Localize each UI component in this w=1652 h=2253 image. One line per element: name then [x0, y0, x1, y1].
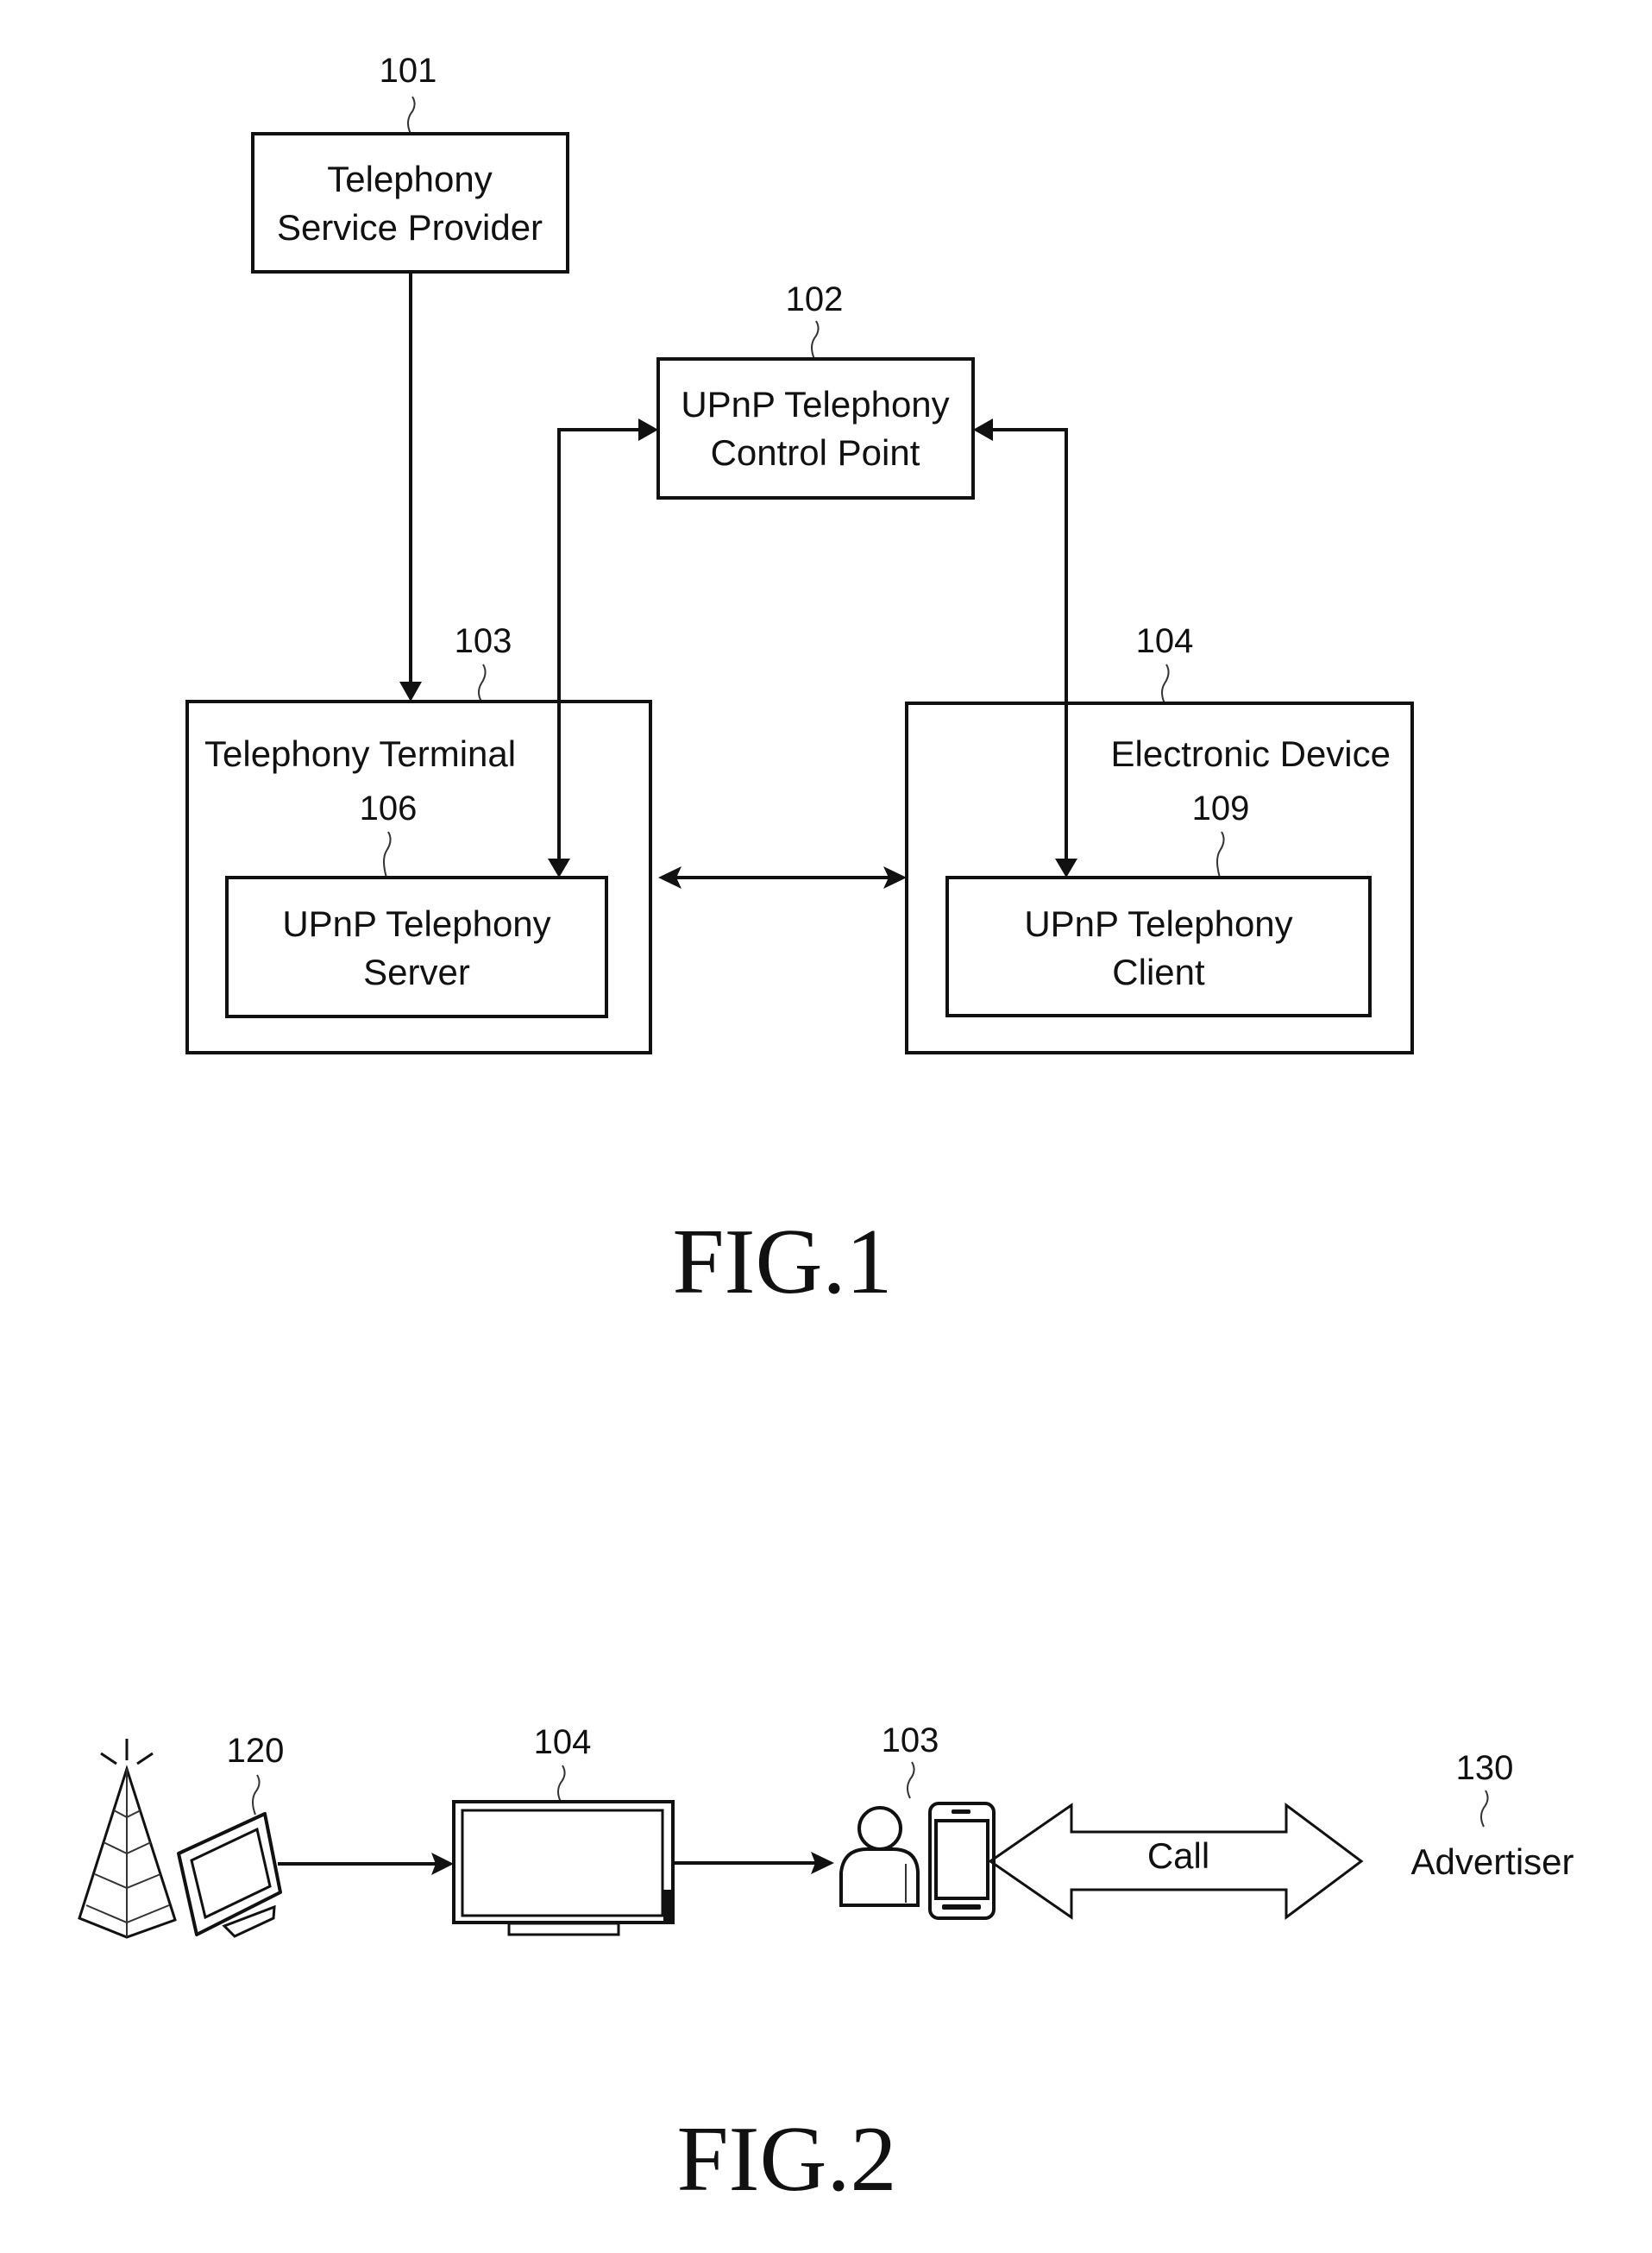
user-icon: [839, 1806, 920, 1907]
box-103-title: Telephony Terminal: [204, 733, 516, 774]
fig1-caption: FIG.1: [672, 1211, 892, 1313]
ref-label-101: 101: [380, 52, 437, 90]
monitor-icon: [177, 1812, 282, 1938]
call-arrow: Call: [988, 1803, 1364, 1920]
leader-102: [811, 320, 820, 360]
advertiser-label: Advertiser: [1410, 1841, 1573, 1882]
leader-130: [1480, 1790, 1489, 1828]
smartphone-icon: [928, 1802, 996, 1920]
tv-icon: [452, 1800, 675, 1936]
arrowhead-into-102-right: [973, 419, 993, 441]
ref-label-106: 106: [360, 790, 418, 828]
node-control-point: 102 UPnP Telephony Control Point: [656, 280, 975, 500]
box-101: [251, 132, 569, 274]
ref-label-103-fig2: 103: [882, 1721, 939, 1759]
fig2-caption: FIG.2: [676, 2108, 896, 2211]
ref-label-103: 103: [455, 622, 512, 660]
box-102-line2: Control Point: [711, 432, 920, 473]
arrowhead-into-102-left: [638, 419, 658, 441]
ref-label-104: 104: [1136, 622, 1194, 660]
leader-120: [252, 1774, 261, 1816]
arrowhead-101-103: [399, 682, 422, 702]
box-106-line1: UPnP Telephony: [282, 903, 550, 944]
ref-label-130: 130: [1456, 1749, 1514, 1787]
box-102-line1: UPnP Telephony: [681, 384, 949, 425]
box-109-line1: UPnP Telephony: [1024, 903, 1292, 944]
box-109-line2: Client: [1112, 952, 1205, 992]
box-106: [225, 876, 608, 1018]
ref-label-109: 109: [1192, 790, 1250, 828]
fig1: 101 Telephony Service Provider 102 UPnP …: [185, 52, 1414, 1313]
leader-101: [407, 96, 416, 135]
ref-label-102: 102: [786, 280, 844, 318]
box-104-title: Electronic Device: [1111, 733, 1391, 774]
box-102: [656, 357, 975, 500]
leader-103-fig2: [907, 1761, 915, 1799]
box-106-line2: Server: [363, 952, 470, 992]
leader-103: [478, 664, 487, 702]
box-101-line1: Telephony: [327, 159, 492, 199]
leader-104-fig2: [557, 1765, 566, 1803]
patent-drawing: 101 Telephony Service Provider 102 UPnP …: [78, 52, 1574, 2211]
fig2: 120 104 103 Call 130 Advertiser FIG.2: [78, 1721, 1574, 2211]
ref-label-104-fig2: 104: [534, 1723, 592, 1761]
ref-label-120: 120: [227, 1732, 285, 1770]
broadcast-tower-icon: [78, 1739, 177, 1939]
box-109: [945, 876, 1372, 1017]
call-label: Call: [1147, 1835, 1209, 1876]
box-101-line2: Service Provider: [277, 207, 543, 248]
node-telephony-service-provider: 101 Telephony Service Provider: [251, 52, 569, 274]
leader-104: [1161, 664, 1170, 704]
